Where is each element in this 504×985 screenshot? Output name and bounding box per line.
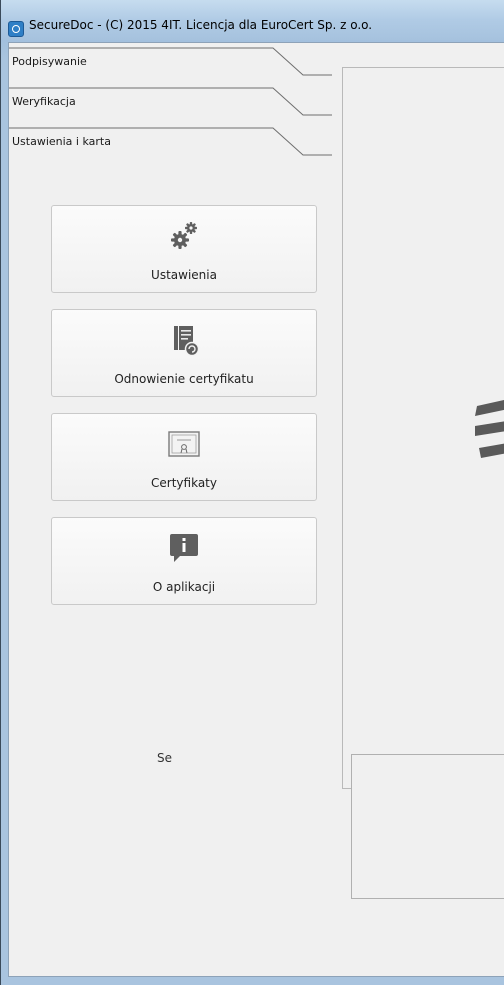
settings-label: Ustawienia (151, 268, 217, 282)
settings-button[interactable]: Ustawienia (51, 205, 317, 293)
tab-ustawienia-i-karta[interactable]: Ustawienia i karta (9, 127, 332, 165)
tab-label: Ustawienia i karta (12, 135, 111, 148)
certificate-icon (168, 431, 200, 457)
tab-podpisywanie[interactable]: Podpisywanie (9, 47, 332, 85)
panel-caption: Se (157, 751, 172, 765)
preview-panel (342, 67, 504, 789)
title-bar[interactable]: SecureDoc - (C) 2015 4IT. Licencja dla E… (1, 0, 504, 40)
tab-weryfikacja[interactable]: Weryfikacja (9, 87, 332, 125)
certificate-renew-icon (174, 326, 200, 357)
gears-icon (171, 222, 197, 249)
certificates-button[interactable]: Certyfikaty (51, 413, 317, 501)
panel-content-box (351, 754, 504, 899)
renew-certificate-button[interactable]: Odnowienie certyfikatu (51, 309, 317, 397)
about-label: O aplikacji (152, 580, 216, 594)
logo-graphic (475, 400, 504, 458)
window-title: SecureDoc - (C) 2015 4IT. Licencja dla E… (29, 18, 373, 32)
tab-label: Podpisywanie (12, 55, 87, 68)
certificates-label: Certyfikaty (151, 476, 217, 490)
tab-label: Weryfikacja (12, 95, 76, 108)
app-icon[interactable] (8, 21, 24, 37)
app-window: SecureDoc - (C) 2015 4IT. Licencja dla E… (0, 0, 504, 985)
info-icon (170, 534, 198, 562)
renew-certificate-label: Odnowienie certyfikatu (114, 372, 254, 386)
about-button[interactable]: O aplikacji (51, 517, 317, 605)
